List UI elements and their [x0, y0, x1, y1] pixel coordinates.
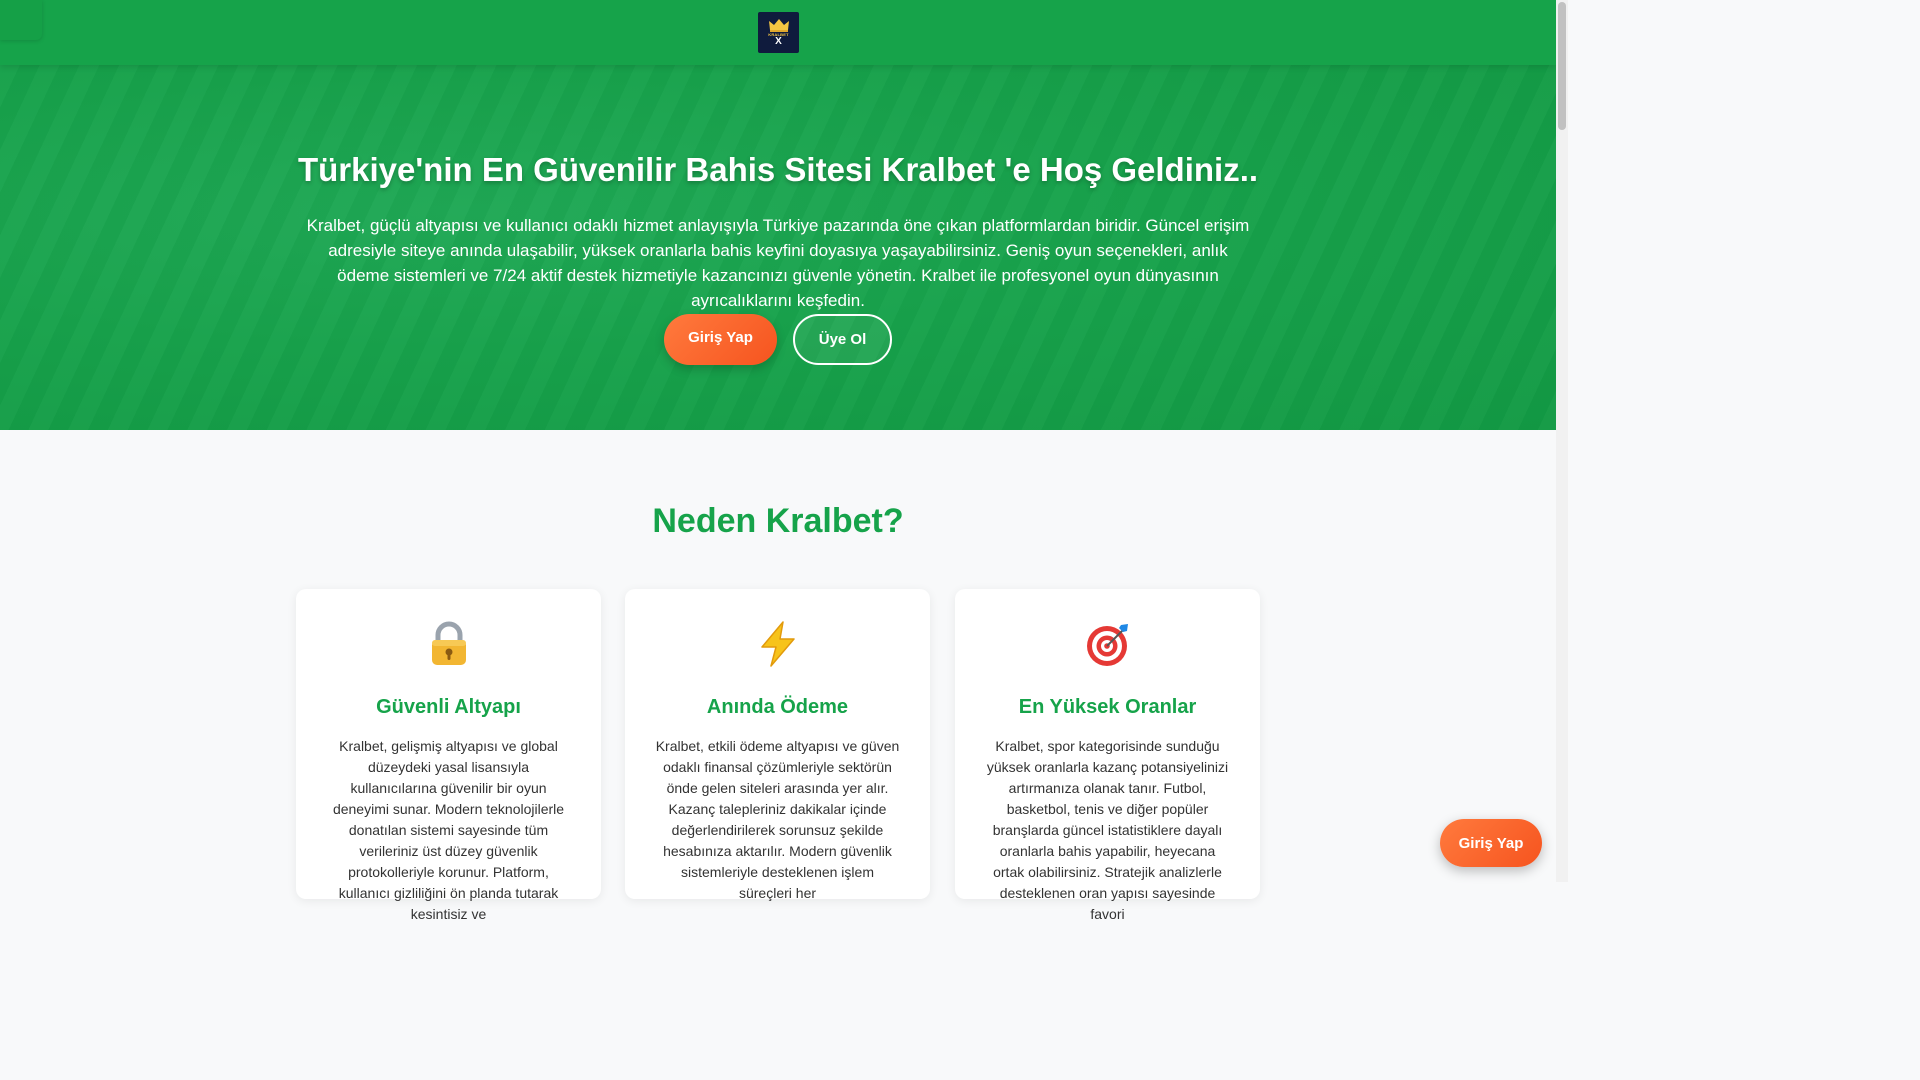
target-icon [1086, 624, 1128, 666]
login-button[interactable]: Giriş Yap [664, 314, 777, 365]
feature-card-text: Kralbet, etkili ödeme altyapısı ve güven… [655, 738, 900, 901]
feature-card-security: Güvenli Altyapı Kralbet, gelişmiş altyap… [296, 589, 601, 922]
feature-card-text: Kralbet, gelişmiş altyapısı ve global dü… [332, 738, 565, 922]
hero-section: Türkiye'nin En Güvenilir Bahis Sitesi Kr… [0, 65, 1556, 430]
lock-icon [431, 621, 466, 665]
scrollbar-thumb[interactable] [1558, 2, 1566, 130]
lightning-icon [760, 621, 795, 667]
features-title: Neden Kralbet? [652, 502, 904, 540]
feature-card-text: Kralbet, spor kategorisinde sunduğu yüks… [986, 738, 1229, 922]
menu-icon[interactable] [0, 0, 42, 40]
hero-description: Kralbet, güçlü altyapısı ve kullanıcı od… [306, 216, 1250, 310]
crown-icon [768, 19, 789, 32]
page-scrollbar[interactable] [1556, 0, 1568, 882]
feature-card-odds: En Yüksek Oranlar Kralbet, spor kategori… [955, 589, 1260, 922]
site-header: KRALBET X [0, 0, 1556, 65]
feature-card-title: Anında Ödeme [706, 696, 849, 718]
logo-mark-text: X [775, 36, 782, 47]
hero-title: Türkiye'nin En Güvenilir Bahis Sitesi Kr… [297, 151, 1259, 188]
feature-card-title: Güvenli Altyapı [376, 696, 521, 718]
site-logo[interactable]: KRALBET X [758, 12, 799, 53]
feature-card-title: En Yüksek Oranlar [1018, 696, 1197, 718]
feature-card-payment: Anında Ödeme Kralbet, etkili ödeme altya… [625, 589, 930, 901]
floating-login-button[interactable]: Giriş Yap [1440, 819, 1542, 867]
register-button[interactable]: Üye Ol [793, 314, 892, 365]
